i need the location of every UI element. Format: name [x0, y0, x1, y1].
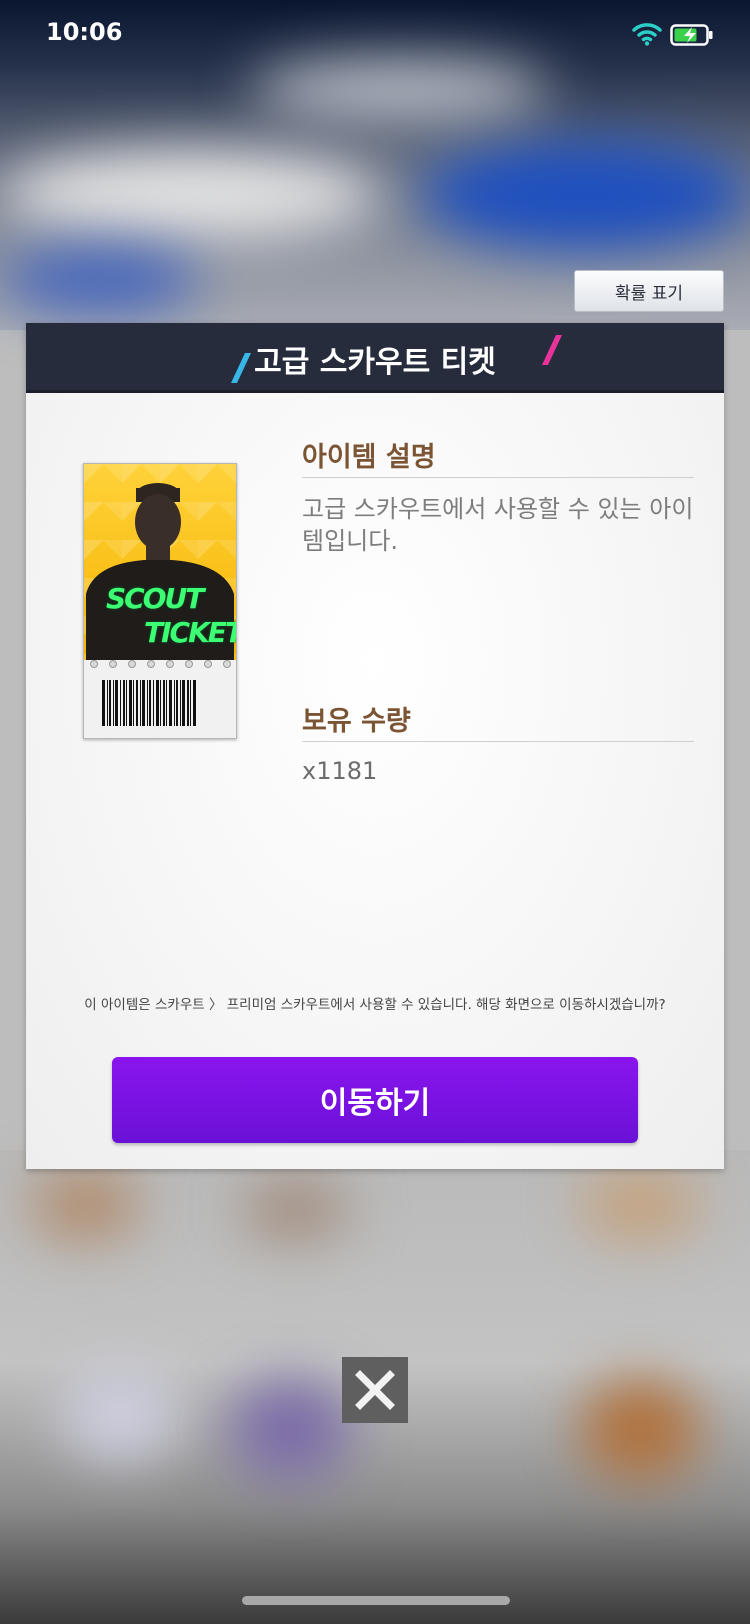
quantity-value: x1181: [302, 757, 378, 785]
scout-ticket-image: SCOUT TICKET: [83, 463, 237, 739]
status-time: 10:06: [46, 18, 123, 46]
ticket-text-scout: SCOUT: [106, 582, 204, 615]
close-icon: [355, 1370, 395, 1410]
ticket-text-ticket: TICKET: [144, 616, 237, 649]
status-bar: 10:06: [0, 0, 750, 70]
item-description-text: 고급 스카우트에서 사용할 수 있는 아이템입니다.: [302, 495, 694, 555]
navigation-notice: 이 아이템은 스카우트 〉 프리미엄 스카우트에서 사용할 수 있습니다. 해당…: [84, 997, 666, 1013]
close-button[interactable]: [342, 1357, 408, 1423]
dialog-header: 고급 스카우트 티켓: [26, 323, 724, 393]
barcode-icon: [102, 680, 218, 726]
ticket-perforation: [84, 660, 236, 668]
item-dialog: 고급 스카우트 티켓 SCOUT TICKET 아이템 설명 고급 스카우트에서…: [26, 323, 724, 1169]
divider: [302, 741, 694, 742]
home-indicator[interactable]: [242, 1596, 510, 1605]
quantity-label: 보유 수량: [302, 706, 411, 737]
divider: [302, 477, 694, 478]
move-button[interactable]: 이동하기: [112, 1057, 638, 1143]
wifi-icon: [632, 22, 662, 50]
battery-charging-icon: [670, 24, 714, 50]
dialog-title: 고급 스카우트 티켓: [254, 345, 496, 380]
probability-button-label: 확률 표기: [615, 283, 683, 304]
probability-display-button[interactable]: 확률 표기: [574, 270, 724, 312]
item-description-label: 아이템 설명: [302, 442, 436, 473]
move-button-label: 이동하기: [319, 1086, 431, 1121]
